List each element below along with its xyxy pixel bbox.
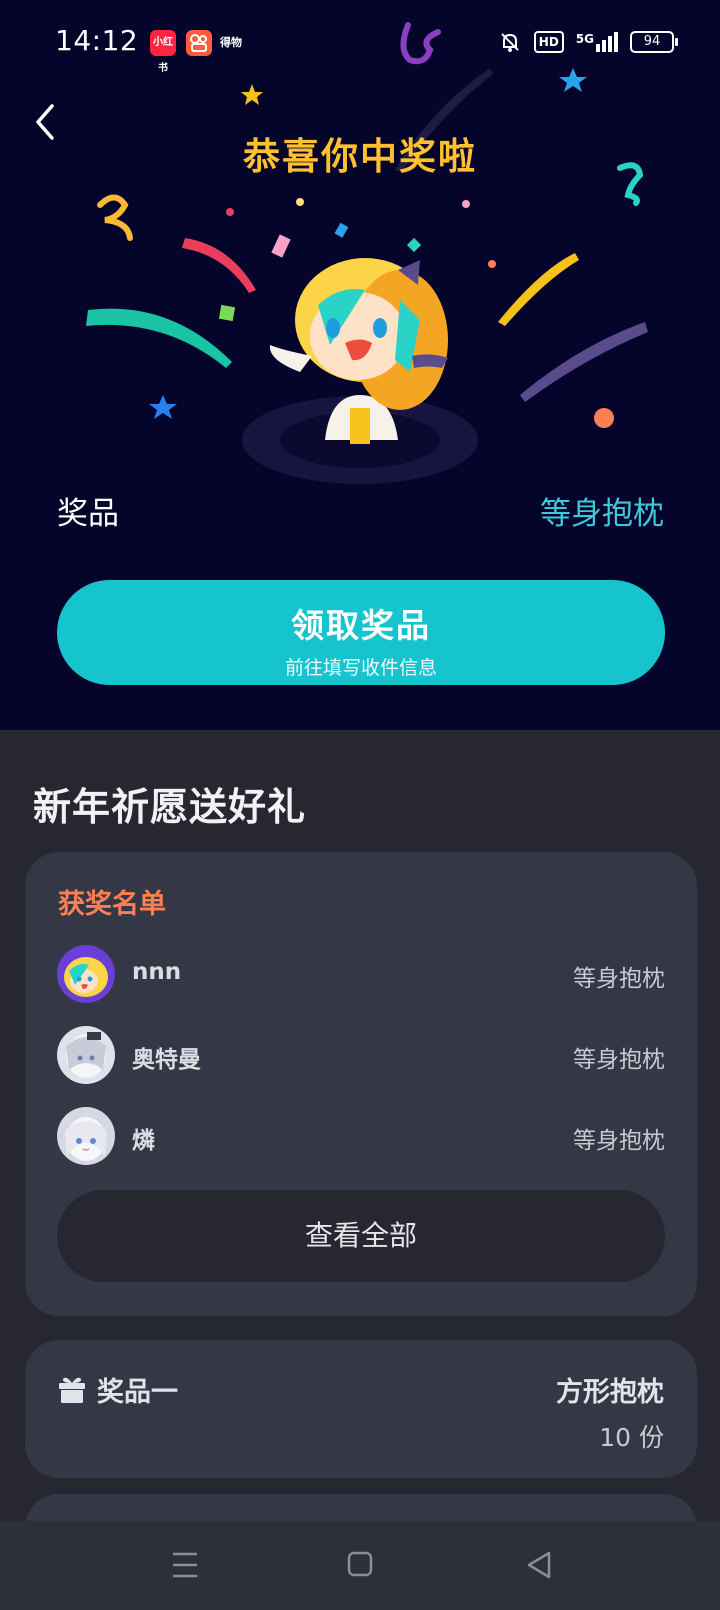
winner-prize: 等身抱枕 (573, 966, 665, 992)
winners-list-title: 获奖名单 (58, 889, 166, 920)
winner-name: 燐 (132, 1128, 155, 1154)
signal-strength-icon: 5G (576, 32, 618, 52)
kuaishou-app-icon (186, 30, 212, 56)
winner-name: nnn (132, 959, 182, 985)
mute-bell-icon (501, 33, 519, 52)
dewu-app-icon: 得物 (220, 36, 242, 49)
avatar (57, 1107, 115, 1165)
xiaohongshu-app-icon: 小红书 (150, 30, 176, 74)
winner-row: nnn 等身抱枕 (57, 945, 665, 1005)
prize-label: 奖品 (57, 496, 119, 532)
prize-item-name: 方形抱枕 (556, 1377, 664, 1408)
battery-icon: 94 (630, 31, 678, 53)
winner-name: 奥特曼 (132, 1047, 201, 1073)
view-all-button[interactable]: 查看全部 (57, 1190, 665, 1282)
claim-prize-button[interactable]: 领取奖品 前往填写收件信息 (57, 580, 665, 685)
prize-value: 等身抱枕 (540, 496, 664, 532)
system-navigation-bar (0, 1521, 720, 1610)
claim-prize-title: 领取奖品 (291, 606, 431, 645)
square-home-icon (347, 1551, 373, 1577)
recent-apps-button[interactable] (163, 1543, 207, 1587)
winner-row: 燐 等身抱枕 (57, 1107, 665, 1167)
status-indicators: HD 5G 94 (498, 30, 678, 54)
celebration-banner: 14:12 小红书 得物 HD 5G 94 恭喜你中奖啦 奖品 等身抱枕 领取奖… (0, 0, 720, 730)
status-time: 14:12 (55, 24, 139, 57)
prize-item-label: 奖品一 (97, 1377, 178, 1408)
winner-row: 奥特曼 等身抱枕 (57, 1026, 665, 1086)
avatar (57, 1026, 115, 1084)
triangle-back-icon (527, 1551, 551, 1579)
status-bar: 14:12 小红书 得物 HD 5G 94 (0, 0, 720, 86)
avatar (57, 945, 115, 1003)
event-section-title: 新年祈愿送好礼 (33, 785, 307, 829)
winners-list-card: 获奖名单 nnn 等身抱枕 奥特曼 等身抱枕 燐 等身抱枕 查看全部 (25, 852, 697, 1316)
winner-prize: 等身抱枕 (573, 1047, 665, 1073)
claim-prize-subtitle: 前往填写收件信息 (284, 657, 437, 679)
menu-icon (173, 1552, 197, 1578)
congratulations-title: 恭喜你中奖啦 (243, 135, 477, 178)
hd-voice-icon: HD (533, 31, 564, 53)
gift-icon (59, 1377, 85, 1403)
prize-item-count: 10 份 (599, 1423, 664, 1452)
winner-prize: 等身抱枕 (573, 1128, 665, 1154)
home-button[interactable] (338, 1543, 382, 1587)
prize-item-card: 奖品一 方形抱枕 10 份 (25, 1340, 697, 1478)
back-nav-button[interactable] (518, 1543, 562, 1587)
